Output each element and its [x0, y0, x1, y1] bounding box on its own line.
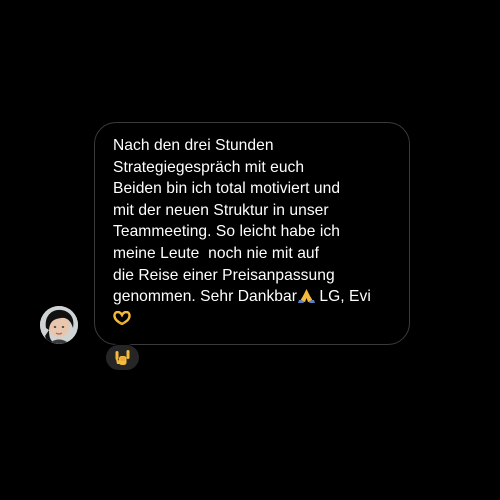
- avatar-photo-icon: [40, 306, 78, 344]
- message-line: Strategiegespräch mit euch: [113, 158, 305, 176]
- message-line: mit der neuen Struktur in unser: [113, 201, 329, 219]
- message-line: meine Leute noch nie mit auf: [113, 244, 320, 262]
- love-you-gesture-icon: [115, 349, 129, 365]
- heart-hands-icon: [113, 310, 131, 325]
- message-line: die Reise einer Preisanpassung: [113, 266, 335, 284]
- message-line: Beiden bin ich total motiviert und: [113, 180, 341, 198]
- message-signoff: LG, Evi: [315, 288, 371, 306]
- folded-hands-icon: [298, 289, 315, 304]
- message-line-emoji: [113, 308, 398, 330]
- chat-thread: Nach den drei Stunden Strategiegespräch m…: [0, 0, 500, 500]
- sender-avatar[interactable]: [40, 306, 78, 344]
- message-text: Nach den drei Stunden Strategiegespräch m…: [113, 135, 398, 329]
- message-line: Teammeeting. So leicht habe ich: [113, 223, 340, 241]
- message-line: genommen. Sehr Dankbar: [113, 288, 297, 306]
- message-line-last: genommen. Sehr Dankbar LG, Evi: [113, 286, 398, 308]
- message-reaction[interactable]: [105, 344, 140, 371]
- message-line: Nach den drei Stunden: [113, 137, 274, 154]
